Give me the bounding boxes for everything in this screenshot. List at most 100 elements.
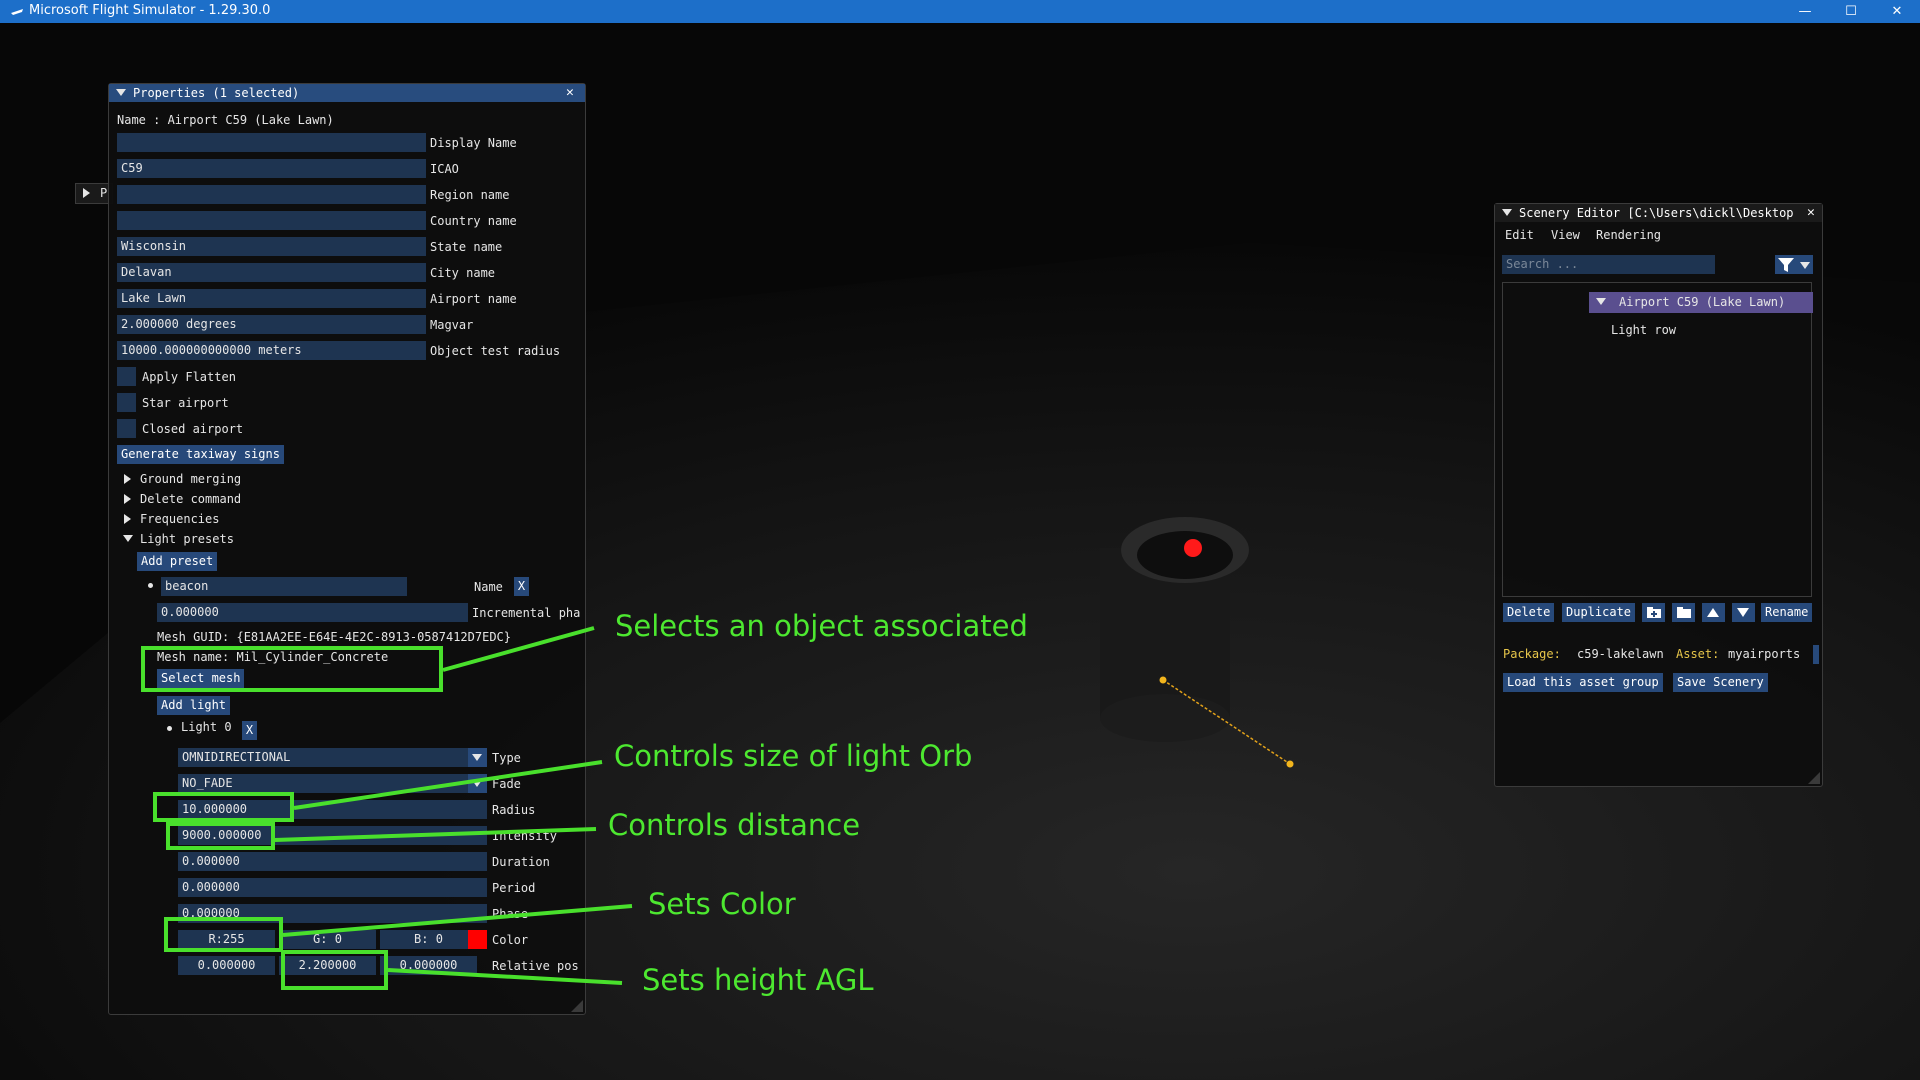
fade-dropdown-arrow[interactable] (468, 774, 487, 793)
relative-pos-z-input[interactable]: 0.000000 (380, 956, 477, 975)
load-asset-group-button[interactable]: Load this asset group (1503, 673, 1663, 692)
display-name-label: Display Name (430, 136, 517, 150)
star-airport-checkbox[interactable] (117, 393, 136, 412)
menu-rendering[interactable]: Rendering (1596, 228, 1661, 242)
incremental-phase-input[interactable]: 0.000000 (157, 603, 468, 622)
resize-grip-icon[interactable] (1808, 772, 1820, 784)
scenery-editor-title: Scenery Editor [C:\Users\dickl\Desktop (1519, 206, 1794, 220)
menu-edit[interactable]: Edit (1505, 228, 1534, 242)
star-airport-label: Star airport (142, 396, 229, 410)
airport-name-input[interactable]: Lake Lawn (117, 289, 426, 308)
country-name-input[interactable] (117, 211, 426, 230)
radius-label: Radius (492, 803, 536, 817)
properties-panel: Properties (1 selected) ✕ Name : Airport… (108, 83, 586, 1015)
tree-delete-command[interactable]: Delete command (140, 492, 241, 506)
duration-input[interactable]: 0.000000 (178, 852, 487, 871)
add-folder-button[interactable] (1642, 603, 1665, 622)
folder-add-icon (1647, 607, 1661, 618)
scenery-editor-panel: Scenery Editor [C:\Users\dickl\Desktop ✕… (1494, 203, 1823, 787)
cylinder-object[interactable] (1100, 517, 1249, 742)
folder-icon (1677, 607, 1691, 618)
menu-view[interactable]: View (1551, 228, 1580, 242)
relative-pos-label: Relative pos (492, 959, 579, 973)
closed-airport-checkbox[interactable] (117, 419, 136, 438)
fade-select[interactable]: NO_FADE (178, 774, 475, 793)
fade-label: Fade (492, 777, 521, 791)
preset-name-input[interactable]: beacon (161, 577, 407, 596)
search-input[interactable]: Search ... (1502, 255, 1715, 274)
scenery-tree[interactable]: Airport C59 (Lake Lawn) Light row (1502, 282, 1813, 597)
city-name-input[interactable]: Delavan (117, 263, 426, 282)
package-label: Package: (1503, 647, 1561, 661)
window-title-bar: Microsoft Flight Simulator - 1.29.30.0 —… (0, 0, 1920, 23)
close-icon[interactable]: ✕ (566, 85, 574, 100)
collapse-arrow-icon[interactable] (1502, 209, 1512, 216)
minimize-button[interactable]: — (1782, 0, 1828, 23)
chevron-down-icon (472, 754, 482, 761)
properties-title-bar[interactable]: Properties (1 selected) ✕ (109, 84, 585, 102)
display-name-input[interactable] (117, 133, 426, 152)
magvar-input[interactable]: 2.000000 degrees (117, 315, 426, 334)
mesh-highlight-box (141, 646, 443, 692)
period-input[interactable]: 0.000000 (178, 878, 487, 897)
type-select[interactable]: OMNIDIRECTIONAL (178, 748, 475, 767)
annotation-select-mesh: Selects an object associated (615, 609, 1028, 643)
save-scenery-button[interactable]: Save Scenery (1673, 673, 1768, 692)
remove-preset-button[interactable]: X (514, 577, 529, 596)
tree-frequencies[interactable]: Frequencies (140, 512, 219, 526)
move-down-button[interactable] (1732, 603, 1755, 622)
expand-arrow-icon[interactable] (124, 494, 131, 504)
collapse-arrow-icon[interactable] (1596, 298, 1606, 305)
add-light-button[interactable]: Add light (157, 696, 231, 715)
apply-flatten-checkbox[interactable] (117, 367, 136, 386)
color-g-input[interactable]: G: 0 (279, 930, 376, 949)
region-name-input[interactable] (117, 185, 426, 204)
icao-input[interactable]: C59 (117, 159, 426, 178)
move-up-button[interactable] (1702, 603, 1725, 622)
asset-field-edge[interactable] (1813, 645, 1819, 664)
object-name-line: Name : Airport C59 (Lake Lawn) (117, 113, 334, 127)
incremental-phase-label: Incremental pha (472, 606, 581, 620)
state-name-label: State name (430, 240, 503, 254)
tree-item-airport[interactable]: Airport C59 (Lake Lawn) (1589, 292, 1813, 313)
light-0-label[interactable]: Light 0 (181, 720, 232, 734)
duration-label: Duration (492, 855, 550, 869)
gizmo-handle-end[interactable] (1286, 760, 1294, 768)
expand-arrow-icon[interactable] (124, 474, 131, 484)
folder-button[interactable] (1672, 603, 1695, 622)
expand-arrow-icon (83, 188, 90, 198)
delete-button[interactable]: Delete (1503, 603, 1555, 622)
annotation-color: Sets Color (648, 887, 796, 921)
scenery-editor-title-bar[interactable]: Scenery Editor [C:\Users\dickl\Desktop ✕ (1495, 204, 1822, 222)
asset-value: myairports (1728, 647, 1801, 661)
remove-light-button[interactable]: X (242, 721, 257, 740)
tree-ground-merging[interactable]: Ground merging (140, 472, 241, 486)
resize-grip-icon[interactable] (571, 1000, 583, 1012)
maximize-button[interactable]: ☐ (1828, 0, 1874, 23)
collapsed-panel-label: P (100, 186, 108, 200)
object-test-radius-input[interactable]: 10000.000000000000 meters (117, 341, 426, 360)
collapse-arrow-icon[interactable] (123, 535, 133, 542)
relative-pos-x-input[interactable]: 0.000000 (178, 956, 275, 975)
type-dropdown-arrow[interactable] (468, 748, 487, 767)
state-name-input[interactable]: Wisconsin (117, 237, 426, 256)
rename-button[interactable]: Rename (1761, 603, 1813, 622)
arrow-down-icon (1737, 608, 1749, 617)
color-swatch[interactable] (468, 930, 487, 949)
collapse-arrow-icon[interactable] (116, 89, 126, 96)
tree-light-presets[interactable]: Light presets (140, 532, 234, 546)
city-name-label: City name (430, 266, 496, 280)
close-window-button[interactable]: ✕ (1874, 0, 1920, 23)
filter-button[interactable] (1775, 255, 1813, 274)
intensity-label: Intensity (492, 829, 558, 843)
tree-item-light-row[interactable]: Light row (1611, 323, 1676, 337)
magvar-label: Magvar (430, 318, 474, 332)
add-preset-button[interactable]: Add preset (137, 552, 218, 571)
gizmo-handle-start[interactable] (1159, 676, 1167, 684)
expand-arrow-icon[interactable] (124, 514, 131, 524)
close-icon[interactable]: ✕ (1807, 205, 1815, 220)
color-b-input[interactable]: B: 0 (380, 930, 477, 949)
duplicate-button[interactable]: Duplicate (1562, 603, 1636, 622)
height-highlight-box (281, 950, 388, 990)
generate-taxiway-signs-button[interactable]: Generate taxiway signs (117, 445, 284, 464)
